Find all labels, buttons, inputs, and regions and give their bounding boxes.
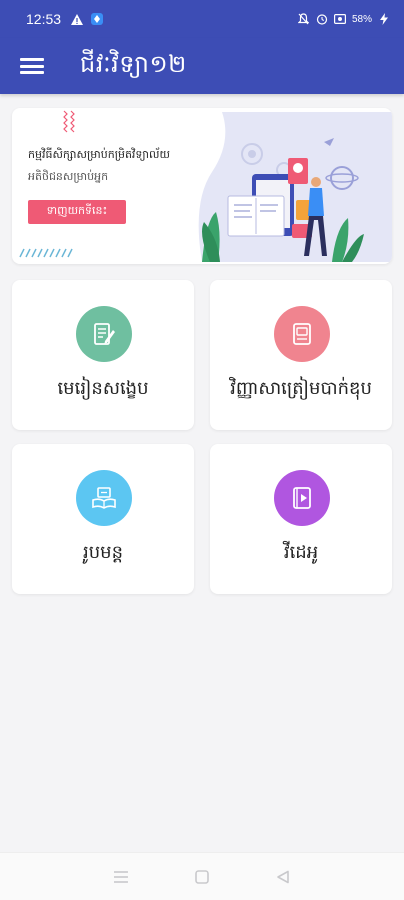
banner-headline: កម្មវិធីសិក្សាសម្រាប់កម្រិតវិទ្យាល័យ [28,148,170,161]
screen-record-icon [333,13,346,25]
battery-level: 58% [351,13,372,25]
education-illustration-icon [198,112,392,262]
card-label: វីដេអូ [283,542,319,563]
charging-icon [378,13,390,25]
home-square-icon[interactable] [190,865,214,889]
zigzag-decoration-icon [63,110,75,133]
stripes-decoration-icon [19,248,73,258]
card-formulas[interactable]: រូបមន្ត [12,444,194,594]
notes-icon [76,306,132,362]
back-triangle-icon[interactable] [271,865,295,889]
app-title: ជីវៈវិទ្យា១២ [80,49,187,78]
recents-menu-icon[interactable] [109,865,133,889]
menu-icon[interactable] [20,56,44,76]
app-notification-icon [91,13,104,25]
card-exam-practice[interactable]: វិញ្ញាសាត្រៀមបាក់ឌុប [210,280,392,430]
card-lesson-summary[interactable]: មេរៀនសង្ខេប [12,280,194,430]
video-book-icon [274,470,330,526]
mute-bell-icon [298,13,310,25]
download-button[interactable]: ទាញយកទីនេះ [28,200,126,224]
promo-banner[interactable]: កម្មវិធីសិក្សាសម្រាប់កម្រិតវិទ្យាល័យ អតិ… [12,108,392,264]
alarm-icon [316,13,328,25]
card-label: រូបមន្ត [83,542,123,563]
warning-icon [71,13,84,25]
status-time: 12:53 [26,11,62,27]
banner-subtitle: អតិថិជនសម្រាប់អ្នក [28,170,109,183]
formula-book-icon [76,470,132,526]
card-label: វិញ្ញាសាត្រៀមបាក់ឌុប [230,378,372,399]
card-label: មេរៀនសង្ខេប [57,378,149,399]
system-nav-bar [0,852,404,900]
status-bar: 12:53 58% [0,0,404,38]
card-videos[interactable]: វីដេអូ [210,444,392,594]
app-bar: ជីវៈវិទ្យា១២ [0,38,404,94]
book-icon [274,306,330,362]
